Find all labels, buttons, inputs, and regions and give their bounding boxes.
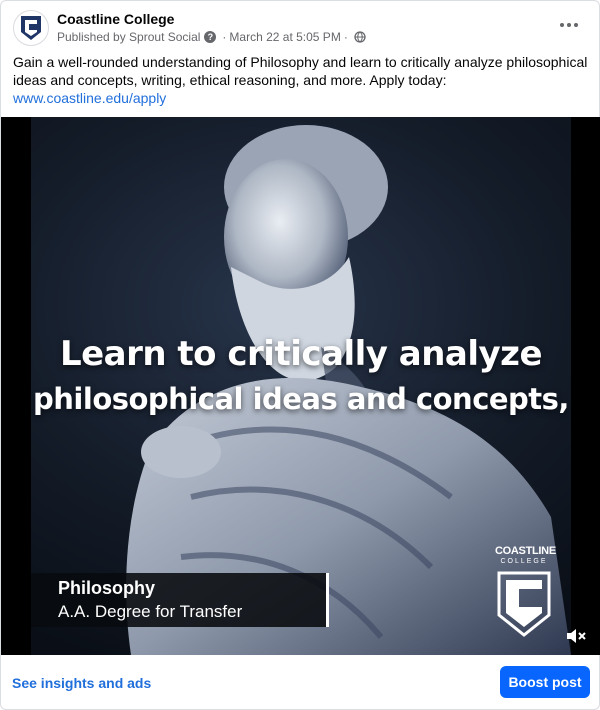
post-video[interactable]: Learn to critically analyze philosophica… bbox=[1, 117, 600, 655]
globe-icon[interactable] bbox=[354, 31, 366, 43]
shield-icon bbox=[497, 571, 551, 637]
coastline-shield-logo-icon bbox=[21, 16, 41, 40]
see-insights-link[interactable]: See insights and ads bbox=[12, 675, 151, 691]
watermark-brand-name: COASTLINE bbox=[495, 545, 556, 557]
meta-separator: · bbox=[343, 30, 348, 44]
post-footer: See insights and ads Boost post bbox=[1, 655, 600, 710]
post-header: Coastline College Published by Sprout So… bbox=[1, 1, 600, 51]
question-mark-icon[interactable]: ? bbox=[204, 31, 217, 43]
published-by: Published by Sprout Social bbox=[57, 30, 201, 44]
post-body: Gain a well-rounded understanding of Phi… bbox=[13, 54, 588, 88]
coastline-watermark-logo: COASTLINE COLLEGE bbox=[495, 545, 556, 641]
apply-link[interactable]: www.coastline.edu/apply bbox=[13, 89, 589, 107]
video-caption-line-2: philosophical ideas and concepts, bbox=[33, 382, 569, 416]
program-lower-third: Philosophy A.A. Degree for Transfer bbox=[31, 573, 329, 627]
page-avatar[interactable] bbox=[13, 10, 49, 46]
post-card: Coastline College Published by Sprout So… bbox=[0, 0, 600, 710]
post-meta: Published by Sprout Social ? · March 22 … bbox=[57, 30, 366, 44]
boost-post-button[interactable]: Boost post bbox=[500, 666, 590, 698]
mute-button[interactable] bbox=[563, 625, 589, 647]
speaker-muted-icon bbox=[567, 629, 586, 643]
ellipsis-icon bbox=[560, 23, 578, 27]
watermark-brand-sub: COLLEGE bbox=[500, 558, 548, 565]
post-text: Gain a well-rounded understanding of Phi… bbox=[13, 53, 589, 107]
program-subtitle: A.A. Degree for Transfer bbox=[58, 602, 243, 621]
post-timestamp[interactable]: March 22 at 5:05 PM bbox=[229, 30, 340, 44]
program-title: Philosophy bbox=[58, 578, 156, 598]
meta-separator: · bbox=[222, 30, 227, 44]
more-options-button[interactable] bbox=[555, 13, 583, 37]
page-name[interactable]: Coastline College bbox=[57, 11, 174, 27]
video-caption-line-1: Learn to critically analyze bbox=[59, 334, 543, 374]
